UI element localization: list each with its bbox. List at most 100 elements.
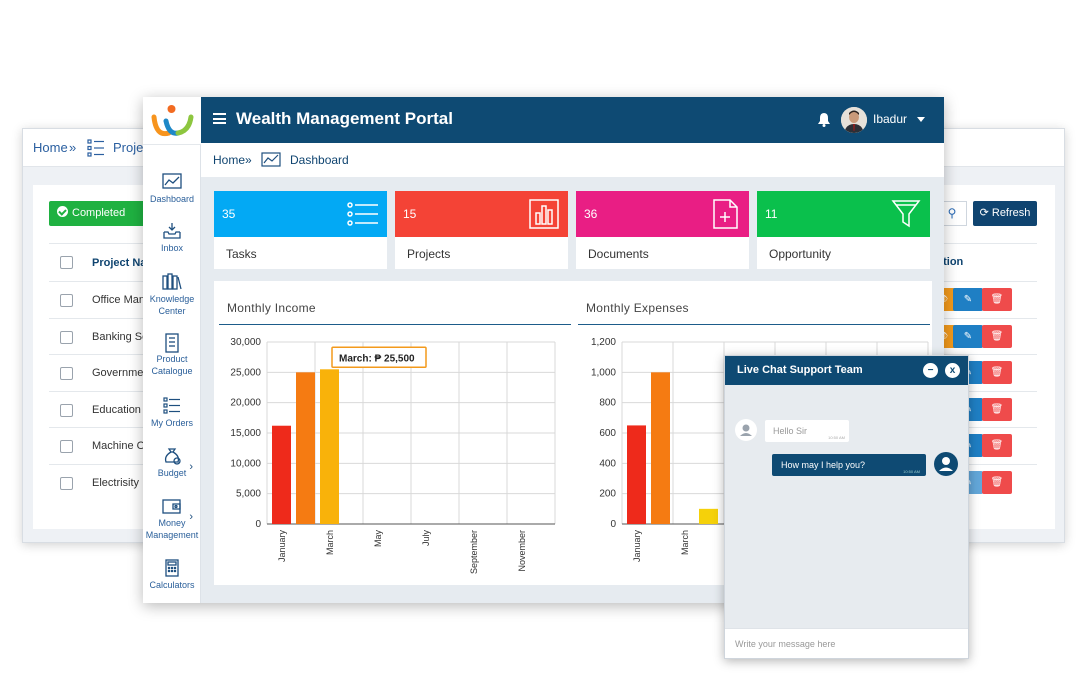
outgoing-message: How may I help you? 10:50 AM <box>772 454 926 476</box>
breadcrumb-home-link[interactable]: Home <box>213 153 245 167</box>
logo[interactable] <box>143 97 201 145</box>
chat-message-input[interactable]: Write your message here <box>725 628 968 658</box>
caret-down-icon[interactable] <box>917 117 925 122</box>
sidebar-item-money-management[interactable]: › Money Management <box>143 497 201 541</box>
bar-chart-icon <box>528 199 560 229</box>
chevron-right-icon: › <box>189 511 193 523</box>
catalogue-icon <box>162 333 182 353</box>
refresh-button[interactable]: ⟳ Refresh <box>973 201 1037 226</box>
list-icon <box>347 199 379 229</box>
chart-line-icon <box>162 173 182 191</box>
row-checkbox[interactable] <box>60 367 73 381</box>
sidebar-item-inbox[interactable]: Inbox <box>143 222 201 254</box>
sidebar-item-label: Budget <box>157 468 187 478</box>
sidebar-item-label: Inbox <box>160 243 184 253</box>
message-text: Hello Sir <box>773 426 808 436</box>
delete-button[interactable]: 🗑 <box>982 361 1012 385</box>
breadcrumb-separator: » <box>245 153 252 167</box>
money-bag-icon <box>162 447 182 465</box>
user-name[interactable]: Ibadur <box>873 112 907 126</box>
completed-label: Completed <box>72 207 126 219</box>
top-navbar: Wealth Management Portal Ibadur <box>201 97 944 143</box>
stat-label: Documents <box>588 247 649 261</box>
sidebar-item-product-catalogue[interactable]: Product Catalogue <box>143 333 201 377</box>
sidebar-item-my-orders[interactable]: My Orders <box>143 397 201 429</box>
app-title: Wealth Management Portal <box>236 109 453 128</box>
avatar[interactable] <box>841 107 867 133</box>
breadcrumb-current: Dashboard <box>290 153 349 167</box>
row-checkbox[interactable] <box>60 294 73 307</box>
list-icon <box>162 397 182 415</box>
row-checkbox[interactable] <box>60 403 73 417</box>
delete-button[interactable]: 🗑 <box>982 434 1012 458</box>
stat-card-projects[interactable]: 15 Projects <box>395 191 568 269</box>
sidebar-item-budget[interactable]: › Budget <box>143 447 201 479</box>
project-name-cell: Banking Se <box>92 330 149 343</box>
stat-value: 36 <box>584 207 598 221</box>
delete-button[interactable]: 🗑 <box>982 470 1012 494</box>
stat-value: 15 <box>403 207 417 221</box>
refresh-label: Refresh <box>991 207 1031 219</box>
agent-avatar-icon <box>735 419 757 441</box>
delete-button[interactable]: 🗑 <box>982 397 1012 421</box>
divider <box>219 324 571 325</box>
stat-label: Tasks <box>226 247 257 261</box>
live-chat-widget: Live Chat Support Team − x Hello Sir 10:… <box>724 355 969 659</box>
sidebar-item-label: My Orders <box>150 418 193 428</box>
breadcrumb: Home » Dashboard <box>201 143 944 177</box>
row-checkbox[interactable] <box>60 476 73 490</box>
breadcrumb-separator: » <box>69 140 77 155</box>
select-all-checkbox[interactable] <box>60 256 73 269</box>
sidebar-item-calculators[interactable]: Calculators <box>143 559 201 591</box>
chat-title: Live Chat Support Team <box>737 364 863 376</box>
stat-card-documents[interactable]: 36 Documents <box>576 191 749 269</box>
chart-title-expenses: Monthly Expenses <box>586 301 689 315</box>
project-name-cell: Electrisity E <box>92 476 150 489</box>
stat-value: 35 <box>222 207 236 221</box>
project-name-cell: Governmen <box>92 367 150 380</box>
chart-title-income: Monthly Income <box>227 301 316 315</box>
funnel-icon <box>890 199 922 229</box>
delete-button[interactable]: 🗑 <box>982 324 1012 348</box>
stat-card-opportunity[interactable]: 11 Opportunity <box>757 191 930 269</box>
user-avatar-icon <box>934 452 958 476</box>
hamburger-menu-icon[interactable] <box>213 113 226 124</box>
chevron-right-icon: › <box>189 461 193 473</box>
sidebar-item-label: Calculators <box>149 580 195 590</box>
sidebar-item-label: Dashboard <box>149 194 195 204</box>
sidebar: Dashboard Inbox Knowledge Center Product… <box>143 97 201 603</box>
message-time: 10:50 AM <box>903 469 920 474</box>
chart-line-icon <box>261 151 281 172</box>
list-icon <box>87 138 105 161</box>
message-time: 10:50 AM <box>828 435 845 440</box>
refresh-icon: ⟳ <box>979 207 989 219</box>
search-icon: ⚲ <box>947 206 957 220</box>
minimize-button[interactable]: − <box>923 363 938 378</box>
wallet-icon <box>162 497 182 515</box>
inbox-icon <box>162 222 182 240</box>
divider <box>578 324 930 325</box>
close-button[interactable]: x <box>945 363 960 378</box>
sidebar-item-label: Knowledge Center <box>149 294 195 316</box>
bell-icon[interactable] <box>817 112 831 127</box>
sidebar-item-dashboard[interactable]: Dashboard <box>143 173 201 205</box>
row-checkbox[interactable] <box>60 440 73 454</box>
stat-value: 11 <box>765 207 778 221</box>
check-circle-icon <box>57 206 68 217</box>
delete-button[interactable]: 🗑 <box>982 288 1012 311</box>
breadcrumb-home-link[interactable]: Home <box>33 140 68 155</box>
sidebar-item-knowledge-center[interactable]: Knowledge Center <box>143 273 201 317</box>
add-document-icon <box>709 199 741 229</box>
message-text: How may I help you? <box>781 460 866 470</box>
incoming-message: Hello Sir 10:50 AM <box>765 420 849 442</box>
stat-card-tasks[interactable]: 35 Tasks <box>214 191 387 269</box>
edit-button[interactable]: ✎ <box>953 288 983 311</box>
edit-button[interactable]: ✎ <box>953 324 983 348</box>
books-icon <box>162 273 182 291</box>
sidebar-item-label: Product Catalogue <box>151 354 193 376</box>
calculator-icon <box>162 559 182 577</box>
stat-label: Projects <box>407 247 451 261</box>
chat-header: Live Chat Support Team − x <box>725 356 968 385</box>
stat-label: Opportunity <box>769 247 832 261</box>
row-checkbox[interactable] <box>60 330 73 344</box>
